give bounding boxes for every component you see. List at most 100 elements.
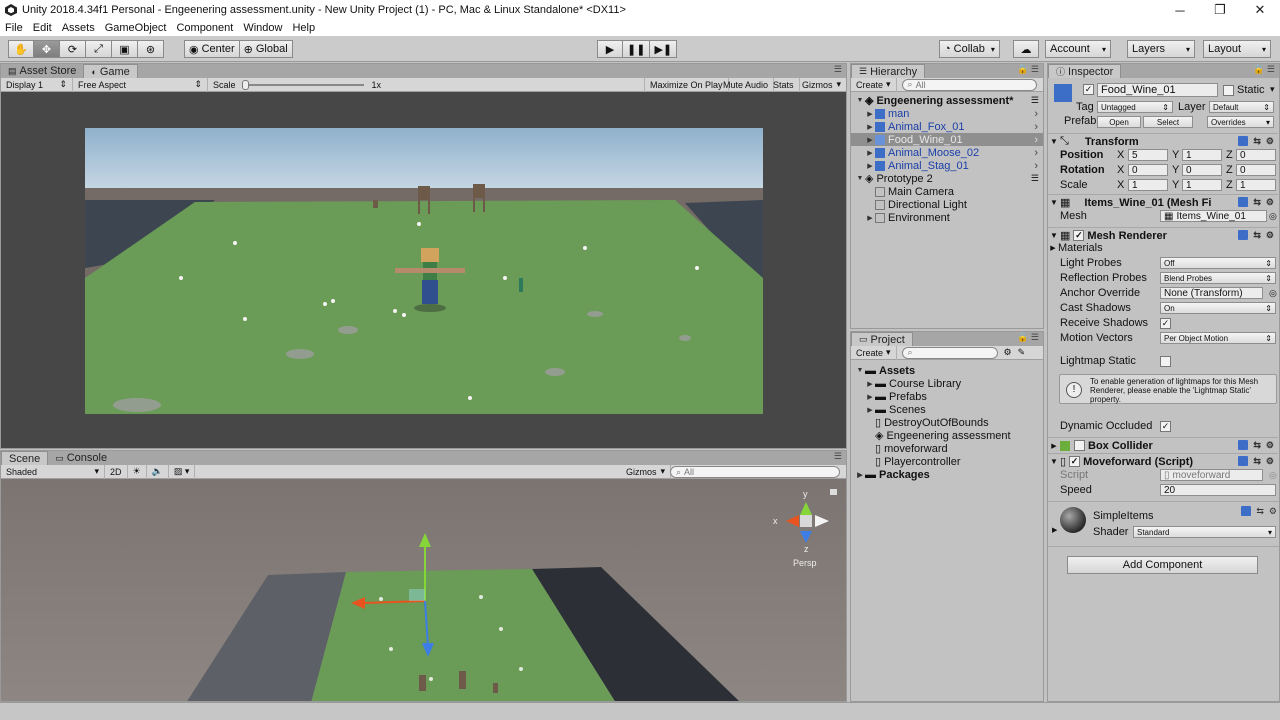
tab-scene[interactable]: Scene <box>1 451 49 465</box>
expand-arrow-icon[interactable]: ▶ <box>865 380 875 388</box>
game-view[interactable] <box>1 92 846 448</box>
move-tool-icon[interactable]: ✥ <box>34 40 60 58</box>
foldout-arrow-icon[interactable]: ▶ <box>1052 526 1057 534</box>
help-icon[interactable] <box>1238 136 1249 146</box>
mesh-object-field[interactable]: ▦ Items_Wine_01 <box>1160 210 1267 222</box>
tab-hierarchy[interactable]: ☰ Hierarchy <box>851 64 926 78</box>
foldout-arrow-icon[interactable]: ▼ <box>1048 457 1060 466</box>
gear-icon[interactable]: ⚙ <box>1266 230 1274 241</box>
object-picker-icon[interactable]: ◎ <box>1269 288 1277 299</box>
chevron-right-icon[interactable]: › <box>1034 147 1038 159</box>
scale-tool-icon[interactable]: ⤢ <box>86 40 112 58</box>
moveforward-header[interactable]: ▼ ▯ ✓ Moveforward (Script) ⇆ ⚙ <box>1048 453 1278 469</box>
hierarchy-item-selected[interactable]: ▶ Food_Wine_01 › <box>851 133 1043 146</box>
maximize-icon[interactable]: ❐ <box>1200 0 1240 20</box>
play-button[interactable]: ▶ <box>597 40 623 58</box>
rotation-x-input[interactable]: 0 <box>1128 164 1168 176</box>
menu-gameobject[interactable]: GameObject <box>100 22 172 34</box>
layers-dropdown[interactable]: Layers <box>1127 40 1195 58</box>
preset-icon[interactable]: ⇆ <box>1256 506 1264 517</box>
transform-header[interactable]: ▼ ⤡ Transform ⇆ ⚙ <box>1048 133 1278 149</box>
filter-by-label-icon[interactable]: ✎ <box>1018 347 1026 358</box>
mesh-renderer-enabled-checkbox[interactable]: ✓ <box>1073 230 1085 241</box>
expand-arrow-icon[interactable]: ▼ <box>855 97 865 104</box>
gear-icon[interactable]: ⚙ <box>1266 440 1274 451</box>
chevron-right-icon[interactable]: › <box>1034 160 1038 172</box>
layout-dropdown[interactable]: Layout <box>1203 40 1271 58</box>
layer-dropdown[interactable]: Default ⇕ <box>1209 101 1274 113</box>
foldout-arrow-icon[interactable]: ▼ <box>1048 231 1060 240</box>
mute-audio-toggle[interactable]: Mute Audio <box>718 77 775 92</box>
game-render[interactable] <box>85 128 763 414</box>
active-checkbox[interactable]: ✓ <box>1083 84 1094 95</box>
scene-row[interactable]: ▼ ◈ Engeenering assessment* ☰ <box>851 94 1043 108</box>
prefab-overrides-dropdown[interactable]: Overrides ▾ <box>1207 116 1274 128</box>
chevron-right-icon[interactable]: › <box>1034 108 1038 120</box>
object-picker-icon[interactable]: ◎ <box>1269 211 1277 222</box>
cloud-button[interactable]: ☁ <box>1013 40 1039 58</box>
hierarchy-item[interactable]: ▶ man › <box>851 107 1043 120</box>
hierarchy-item[interactable]: ▶ Animal_Stag_01 › <box>851 159 1043 172</box>
scale-slider[interactable]: Scale 1x <box>208 78 638 92</box>
panel-menu-icon[interactable]: ☰ <box>834 64 842 75</box>
menu-file[interactable]: File <box>0 22 28 34</box>
expand-arrow-icon[interactable]: ▼ <box>855 175 865 182</box>
prefab-select-button[interactable]: Select <box>1143 116 1193 128</box>
mesh-filter-header[interactable]: ▼ ▦ Items_Wine_01 (Mesh Fi ⇆ ⚙ <box>1048 194 1278 210</box>
hierarchy-item[interactable]: Main Camera <box>851 185 1043 198</box>
project-item[interactable]: ▶ ▬ Course Library <box>851 377 1043 390</box>
filter-by-type-icon[interactable]: ⚙ <box>1004 347 1012 358</box>
panel-menu-icon[interactable]: 🔒 ☰ <box>1017 64 1039 75</box>
panel-menu-icon[interactable]: 🔒 ☰ <box>1253 64 1275 75</box>
gear-icon[interactable]: ⚙ <box>1266 456 1274 467</box>
expand-arrow-icon[interactable]: ▶ <box>865 110 875 118</box>
gizmos-dropdown[interactable]: Gizmos ▾ <box>797 78 846 92</box>
anchor-override-field[interactable]: None (Transform) <box>1160 287 1263 299</box>
help-icon[interactable] <box>1238 230 1249 240</box>
gear-icon[interactable]: ⚙ <box>1266 197 1274 208</box>
cast-shadows-dropdown[interactable]: On ⇕ <box>1160 302 1276 314</box>
hierarchy-search-input[interactable]: ⌕ All <box>901 78 1037 91</box>
project-item[interactable]: ▯ DestroyOutOfBounds <box>851 416 1043 430</box>
expand-arrow-icon[interactable]: ▶ <box>865 123 875 131</box>
packages-folder-row[interactable]: ▶ ▬ Packages <box>851 468 1043 481</box>
expand-arrow-icon[interactable]: ▶ <box>865 393 875 401</box>
project-item[interactable]: ▯ Playercontroller <box>851 455 1043 469</box>
effects-dropdown-icon[interactable]: ▨ ▾ <box>169 464 196 479</box>
panel-menu-icon[interactable]: ☰ <box>1031 95 1039 106</box>
gear-icon[interactable]: ⚙ <box>1269 506 1277 517</box>
scene-view[interactable]: y x z Persp <box>1 479 846 701</box>
expand-arrow-icon[interactable]: ▶ <box>865 162 875 170</box>
expand-arrow-icon[interactable]: ▶ <box>865 136 875 144</box>
tab-console[interactable]: ▭ Console <box>48 451 114 465</box>
chevron-right-icon[interactable]: › <box>1034 121 1038 133</box>
preset-icon[interactable]: ⇆ <box>1253 230 1261 241</box>
account-dropdown[interactable]: Account <box>1045 40 1111 58</box>
scale-y-input[interactable]: 1 <box>1182 179 1222 191</box>
hand-tool-icon[interactable]: ✋ <box>8 40 34 58</box>
scene-gizmos-dropdown[interactable]: Gizmos ▾ <box>621 464 672 479</box>
aspect-dropdown[interactable]: Free Aspect ⇕ <box>73 77 208 92</box>
expand-arrow-icon[interactable]: ▶ <box>865 149 875 157</box>
expand-arrow-icon[interactable]: ▶ <box>855 471 865 479</box>
preset-icon[interactable]: ⇆ <box>1253 456 1261 467</box>
help-icon[interactable] <box>1238 440 1249 450</box>
box-collider-header[interactable]: ▶ Box Collider ⇆ ⚙ <box>1048 437 1278 453</box>
transform-tool-icon[interactable]: ⊛ <box>138 40 164 58</box>
prefab-open-button[interactable]: Open <box>1097 116 1141 128</box>
panel-menu-icon[interactable]: 🔒 ☰ <box>1017 332 1039 343</box>
hierarchy-item[interactable]: ▶ Animal_Moose_02 › <box>851 146 1043 159</box>
mode-2d-toggle[interactable]: 2D <box>105 464 128 479</box>
scene-row[interactable]: ▼ ◈ Prototype 2 ☰ <box>851 172 1043 186</box>
project-item[interactable]: ▶ ▬ Scenes <box>851 403 1043 416</box>
help-icon[interactable] <box>1241 506 1252 516</box>
pivot-global-button[interactable]: ⊕ Global <box>239 40 293 58</box>
receive-shadows-checkbox[interactable]: ✓ <box>1160 317 1171 329</box>
expand-arrow-icon[interactable]: ▼ <box>855 367 865 374</box>
foldout-arrow-icon[interactable]: ▼ <box>1048 137 1060 146</box>
display-dropdown[interactable]: Display 1 ⇕ <box>1 77 73 92</box>
menu-window[interactable]: Window <box>238 22 287 34</box>
rotation-z-input[interactable]: 0 <box>1236 164 1276 176</box>
object-name-input[interactable]: Food_Wine_01 <box>1097 83 1218 97</box>
lightmap-static-checkbox[interactable] <box>1160 355 1171 367</box>
